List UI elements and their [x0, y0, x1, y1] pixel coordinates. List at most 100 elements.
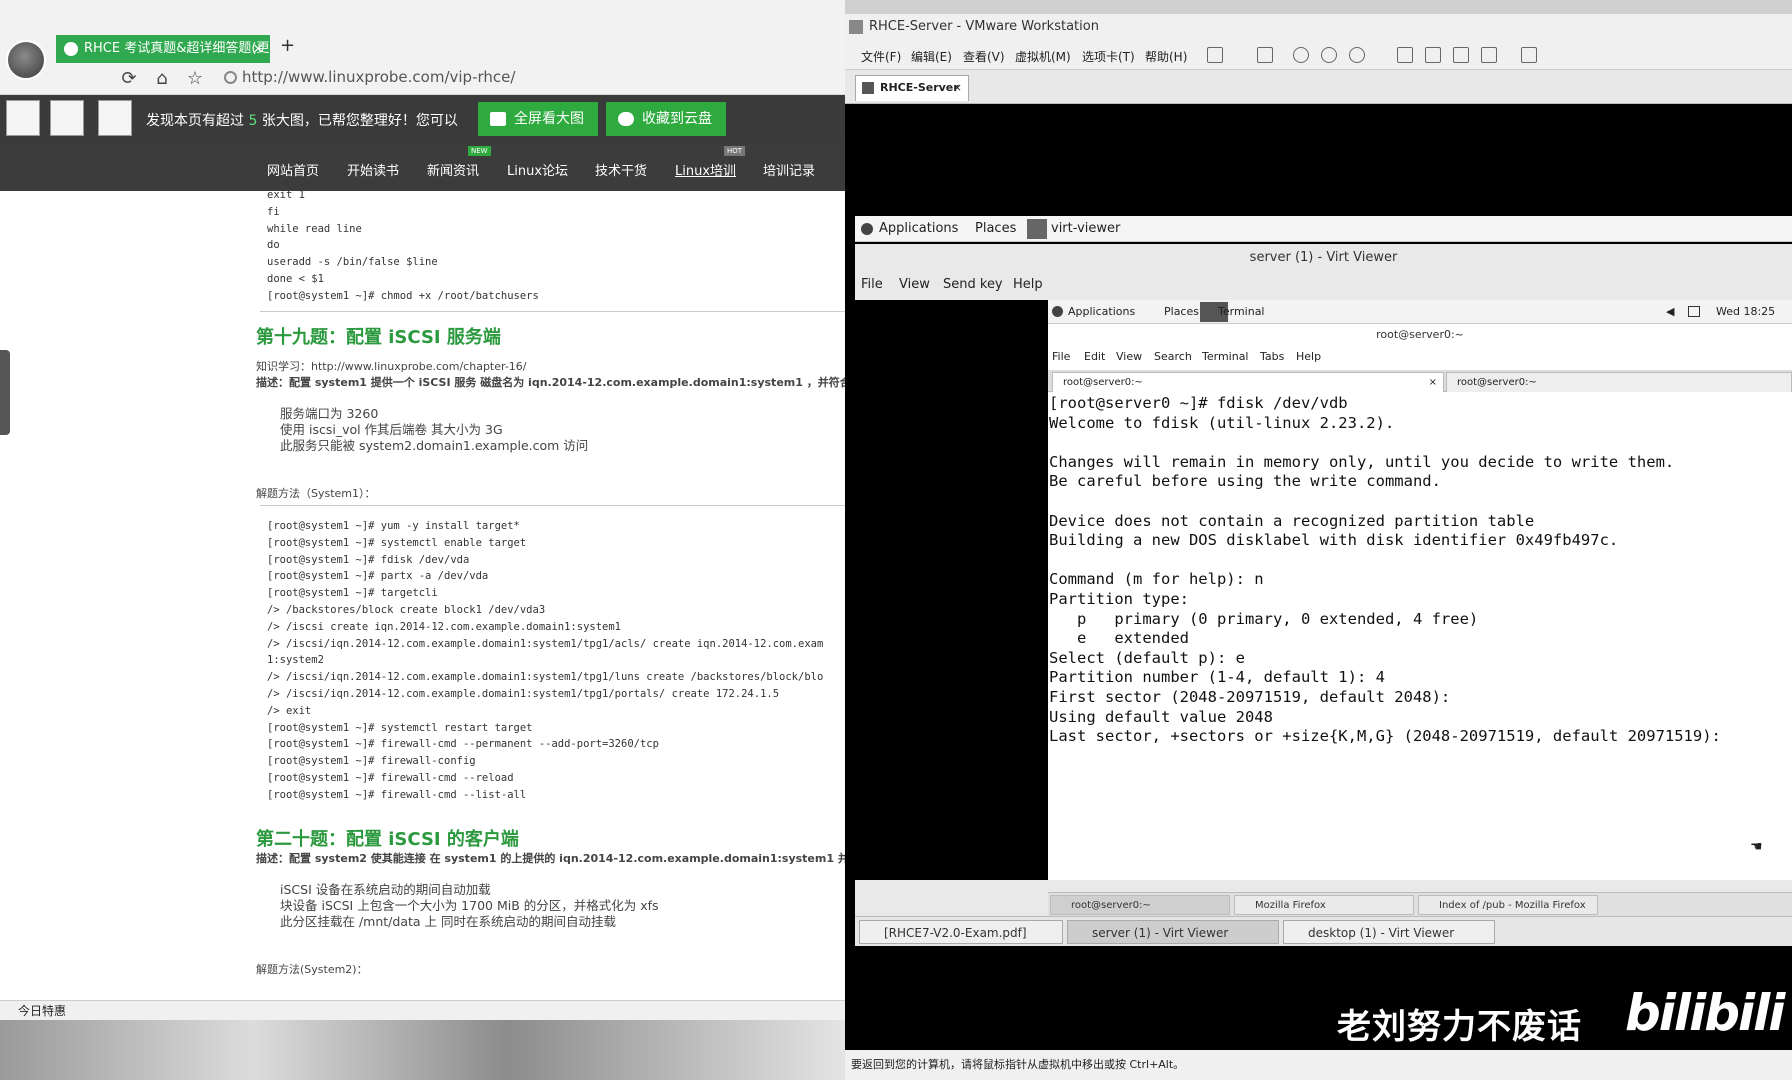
term-menu-search[interactable]: Search	[1154, 346, 1192, 368]
terminal-menubar: File Edit View Search Terminal Tabs Help	[1048, 346, 1792, 368]
terminal-output[interactable]: [root@server0 ~]# fdisk /dev/vdb Welcome…	[1048, 394, 1792, 854]
term-menu-tabs[interactable]: Tabs	[1260, 346, 1284, 368]
volume-icon[interactable]: ◀	[1666, 300, 1674, 324]
unity-icon[interactable]	[1481, 47, 1497, 63]
menu-edit[interactable]: 编辑(E)	[911, 48, 952, 65]
new-tab-button[interactable]: +	[280, 35, 295, 56]
thumbnail[interactable]	[98, 100, 132, 136]
guest-active-app[interactable]: virt-viewer	[1051, 216, 1120, 242]
term-menu-view[interactable]: View	[1116, 346, 1142, 368]
terminal-tab-close-icon[interactable]: ×	[1429, 373, 1437, 393]
nav-item-records[interactable]: 培训记录	[763, 160, 815, 179]
q20-description: 描述：配置 system2 使其能连接 在 system1 的上提供的 iqn.…	[256, 852, 845, 865]
nav-item-tech[interactable]: 技术干货	[595, 160, 647, 179]
library-icon[interactable]	[1397, 47, 1413, 63]
network-icon[interactable]	[1688, 306, 1700, 317]
inner-active-app[interactable]: Terminal	[1218, 300, 1265, 324]
console-view-icon[interactable]	[1425, 47, 1441, 63]
nav-item-forum[interactable]: Linux论坛	[507, 160, 568, 179]
today-deals-bar[interactable]: 今日特惠	[0, 1000, 845, 1020]
tab-close-icon[interactable]: ×	[252, 35, 264, 63]
term-menu-file[interactable]: File	[1052, 346, 1070, 368]
avatar[interactable]	[6, 40, 46, 80]
task-server-viewer[interactable]: server (1) - Virt Viewer	[1067, 920, 1279, 944]
save-cloud-button[interactable]: 收藏到云盘	[606, 102, 726, 136]
vmware-titlebar[interactable]: RHCE-Server - VMware Workstation	[845, 14, 1792, 40]
inner-taskbar: root@server0:~ Mozilla Firefox Index of …	[1048, 892, 1792, 916]
inner-task-firefox[interactable]: Mozilla Firefox	[1234, 895, 1414, 915]
banner-message: 发现本页有超过 5 张大图，已帮您整理好！您可以	[146, 110, 458, 130]
term-menu-edit[interactable]: Edit	[1084, 346, 1105, 368]
mouse-cursor-icon: ☚	[1750, 839, 1763, 855]
task-exam-pdf[interactable]: [RHCE7-V2.0-Exam.pdf]	[859, 920, 1063, 944]
vmware-tabbar: RHCE-Server ×	[845, 70, 1792, 104]
site-info-icon[interactable]	[224, 71, 237, 84]
inner-task-firefox-index[interactable]: Index of /pub - Mozilla Firefox	[1418, 895, 1598, 915]
today-label: 今日特惠	[18, 1004, 67, 1018]
nav-item-home[interactable]: 网站首页	[267, 160, 319, 179]
banner-text-post: 张大图，已帮您整理好！您可以	[261, 113, 458, 129]
vmware-window: RHCE-Server - VMware Workstation 文件(F) 编…	[845, 14, 1792, 1080]
save-cloud-label: 收藏到云盘	[642, 111, 712, 127]
video-watermark: 老刘努力不废话	[1337, 1007, 1582, 1047]
vm-tab-close-icon[interactable]: ×	[953, 76, 962, 100]
bilibili-logo: bilibili	[1625, 984, 1785, 1042]
q19-method-label: 解题方法（System1）：	[256, 487, 376, 500]
fullscreen-images-button[interactable]: 全屏看大图	[478, 102, 598, 136]
code-block: exit 1 fi while read line do useradd -s …	[267, 189, 539, 302]
vmware-title: RHCE-Server - VMware Workstation	[869, 19, 1099, 34]
browser-tab[interactable]: RHCE 考试真题&超详细答题(更新) ×	[56, 35, 270, 63]
vv-menu-sendkey[interactable]: Send key	[943, 272, 1003, 298]
send-ctrl-alt-del-icon[interactable]	[1257, 47, 1273, 63]
terminal-title[interactable]: root@server0:~	[1048, 324, 1792, 346]
menu-vm[interactable]: 虚拟机(M)	[1015, 48, 1071, 65]
home-icon[interactable]: ⌂	[151, 68, 173, 89]
inner-task-terminal[interactable]: root@server0:~	[1050, 895, 1230, 915]
terminal-tab[interactable]: root@server0:~	[1446, 372, 1792, 392]
address-bar[interactable]: http://www.linuxprobe.com/vip-rhce/	[242, 68, 515, 86]
q19-code-block: [root@system1 ~]# yum -y install target*…	[267, 520, 824, 801]
clock[interactable]: Wed 18:25	[1716, 300, 1775, 324]
q20-title: 第二十题：配置 iSCSI 的客户端	[256, 829, 519, 850]
nav-item-news[interactable]: 新闻资讯	[427, 160, 479, 179]
revert-snapshot-icon[interactable]	[1321, 47, 1337, 63]
thumbnail[interactable]	[50, 100, 84, 136]
q19-description: 描述：配置 system1 提供一个 iSCSI 服务 磁盘名为 iqn.201…	[256, 376, 845, 389]
guest-places-menu[interactable]: Places	[975, 216, 1016, 242]
terminal-tab[interactable]: root@server0:~ ×	[1052, 372, 1444, 392]
terminal-tabbar: root@server0:~ × root@server0:~	[1048, 370, 1792, 392]
q19-reference-link[interactable]: 知识学习：http://www.linuxprobe.com/chapter-1…	[256, 358, 527, 374]
browser-window: RHCE 考试真题&超详细答题(更新) × + ⟳ ⌂ ☆ http://www…	[0, 0, 845, 1080]
vv-menu-help[interactable]: Help	[1013, 272, 1043, 298]
vv-menu-view[interactable]: View	[899, 272, 930, 298]
term-menu-terminal[interactable]: Terminal	[1202, 346, 1249, 368]
term-menu-help[interactable]: Help	[1296, 346, 1321, 368]
fullscreen-icon[interactable]	[1453, 47, 1469, 63]
stretch-icon[interactable]	[1521, 47, 1537, 63]
menu-tabs[interactable]: 选项卡(T)	[1082, 48, 1135, 65]
snapshot-icon[interactable]	[1293, 47, 1309, 63]
side-share-tab[interactable]	[0, 350, 10, 435]
menu-view[interactable]: 查看(V)	[963, 48, 1005, 65]
menu-file[interactable]: 文件(F)	[861, 48, 901, 65]
thumbnail[interactable]	[6, 100, 40, 136]
vv-menu-file[interactable]: File	[861, 272, 883, 298]
star-icon[interactable]: ☆	[184, 68, 206, 89]
vmware-statusbar: 要返回到您的计算机，请将鼠标指针从虚拟机中移出或按 Ctrl+Alt。	[845, 1050, 1792, 1080]
banner-text-pre: 发现本页有超过	[146, 113, 244, 129]
site-favicon-icon	[64, 42, 78, 56]
virt-viewer-title[interactable]: server (1) - Virt Viewer	[855, 244, 1792, 272]
inner-applications-menu[interactable]: Applications	[1068, 300, 1135, 324]
inner-places-menu[interactable]: Places	[1164, 300, 1199, 324]
snapshot-manager-icon[interactable]	[1349, 47, 1365, 63]
guest-applications-menu[interactable]: Applications	[879, 216, 958, 242]
pause-icon[interactable]	[1207, 47, 1223, 63]
reload-icon[interactable]: ⟳	[118, 68, 140, 89]
nav-item-read[interactable]: 开始读书	[347, 160, 399, 179]
vm-tab[interactable]: RHCE-Server ×	[855, 75, 969, 101]
task-desktop-viewer[interactable]: desktop (1) - Virt Viewer	[1283, 920, 1495, 944]
menu-help[interactable]: 帮助(H)	[1145, 48, 1187, 65]
q20-method-label: 解题方法(System2)：	[256, 963, 368, 976]
nav-item-training[interactable]: Linux培训	[675, 160, 736, 179]
gnome-foot-icon	[861, 223, 873, 235]
